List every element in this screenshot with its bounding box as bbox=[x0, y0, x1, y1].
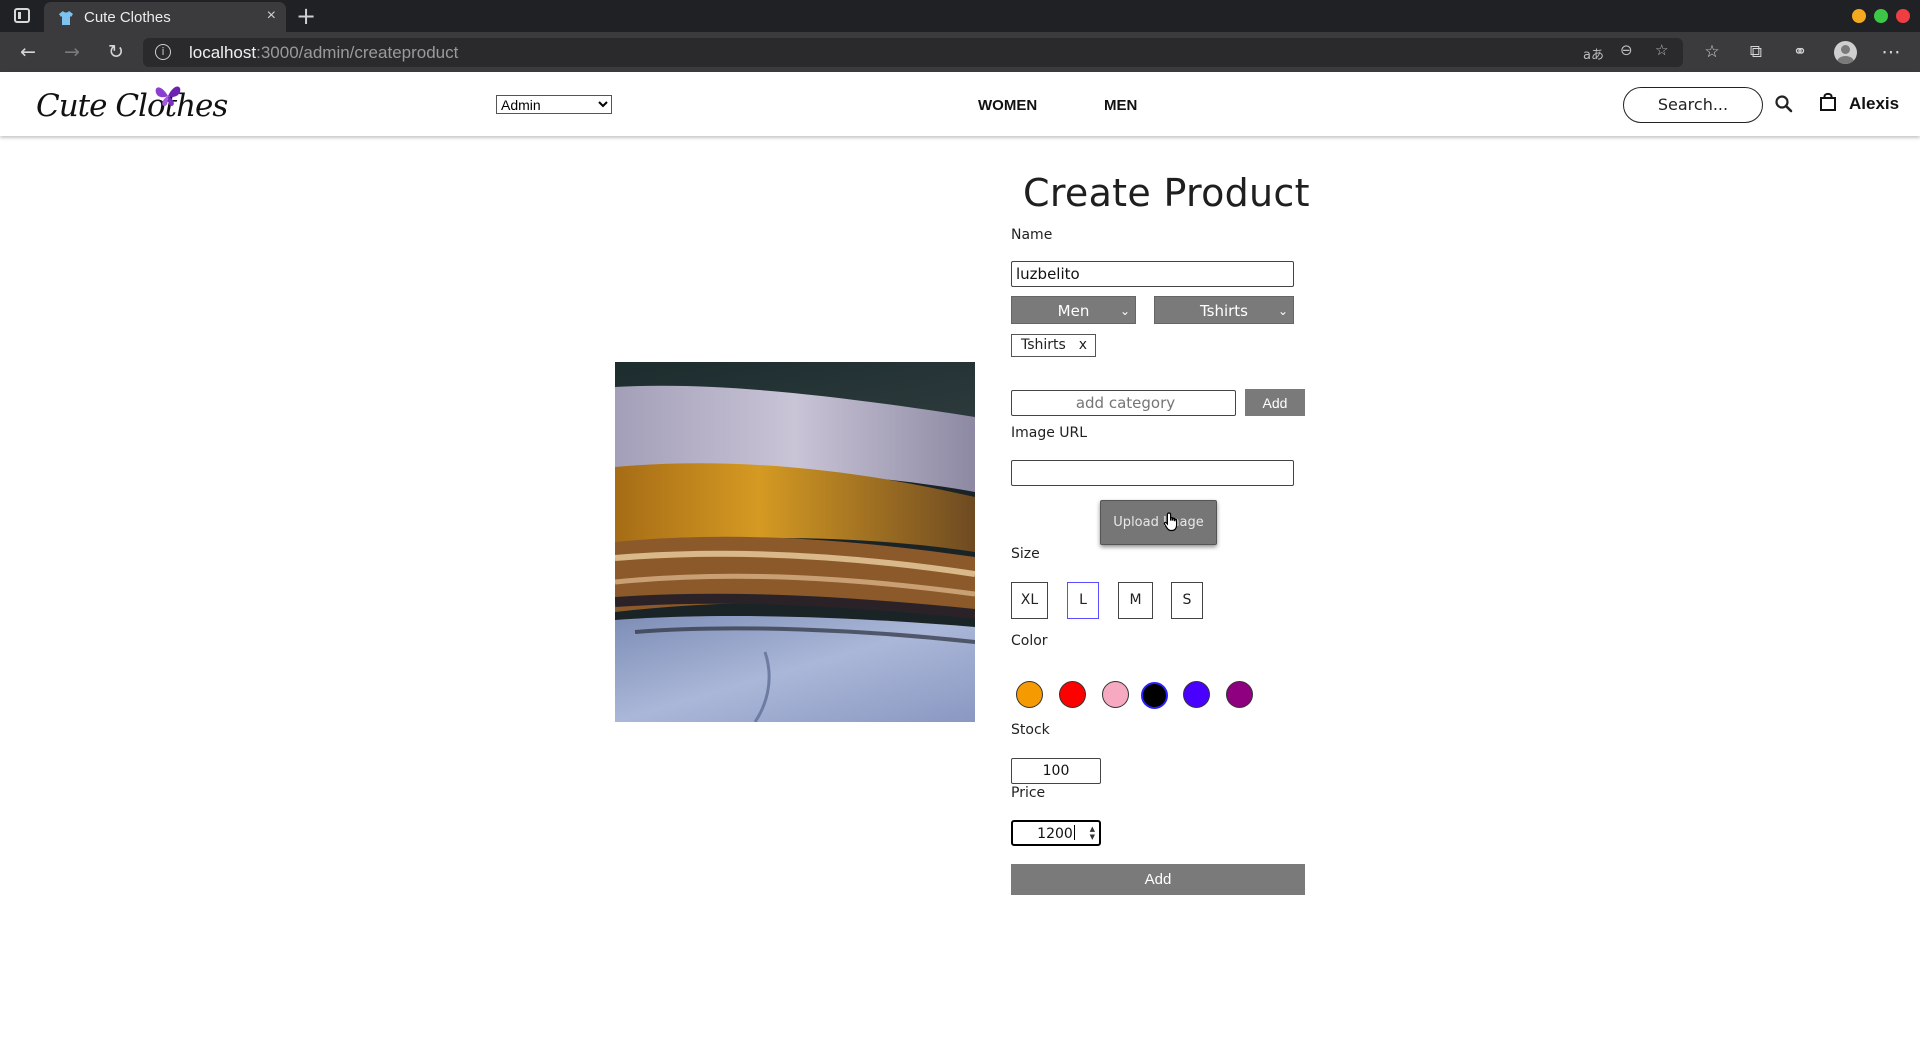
address-bar[interactable]: i localhost:3000/admin/createproduct aあ … bbox=[143, 38, 1683, 67]
number-spinner-icon[interactable]: ▲ ▼ bbox=[1090, 825, 1095, 841]
text-caret bbox=[1073, 825, 1075, 840]
stock-label: Stock bbox=[1011, 722, 1050, 738]
folded-clothes-photo bbox=[615, 362, 975, 722]
user-name[interactable]: Alexis bbox=[1849, 94, 1899, 114]
color-swatch-pink[interactable] bbox=[1102, 681, 1129, 708]
site-header: Cute Clothes Admin WOMEN MEN Search... A… bbox=[0, 72, 1920, 136]
add-product-button[interactable]: Add bbox=[1011, 864, 1305, 895]
new-tab-icon[interactable]: + bbox=[296, 2, 316, 30]
upload-image-button[interactable]: Upload Image bbox=[1100, 500, 1217, 545]
zoom-out-icon[interactable]: ⊖ bbox=[1620, 41, 1633, 59]
add-category-input[interactable] bbox=[1011, 390, 1236, 416]
shopping-bag-icon[interactable] bbox=[1819, 92, 1837, 112]
color-swatch-orange[interactable] bbox=[1016, 681, 1043, 708]
url-path: :3000/admin/createproduct bbox=[256, 43, 459, 62]
nav-link-men[interactable]: MEN bbox=[1104, 97, 1137, 114]
size-option-xl[interactable]: XL bbox=[1011, 582, 1048, 619]
more-menu-icon[interactable]: ⋯ bbox=[1877, 38, 1905, 66]
category-select[interactable]: Tshirts ⌄ bbox=[1154, 296, 1294, 324]
read-aloud-icon[interactable]: aあ bbox=[1583, 44, 1604, 63]
browser-titlebar: Cute Clothes × + bbox=[0, 0, 1920, 32]
price-label: Price bbox=[1011, 785, 1046, 801]
size-label: Size bbox=[1011, 546, 1040, 562]
chevron-down-icon: ⌄ bbox=[1119, 304, 1130, 318]
search-input[interactable]: Search... bbox=[1623, 87, 1763, 123]
category-select-value: Tshirts bbox=[1199, 302, 1249, 320]
color-swatch-red[interactable] bbox=[1059, 681, 1086, 708]
role-select[interactable]: Admin bbox=[496, 95, 612, 114]
tshirt-favicon-icon bbox=[59, 11, 73, 25]
site-info-icon[interactable]: i bbox=[155, 44, 171, 60]
price-value: 1200 bbox=[1037, 826, 1073, 842]
search-icon[interactable] bbox=[1774, 94, 1794, 114]
url-host: localhost bbox=[189, 43, 257, 62]
tab-actions-icon[interactable] bbox=[14, 8, 30, 23]
gender-select-value: Men bbox=[1057, 302, 1090, 320]
hand-cursor-icon bbox=[1163, 512, 1178, 532]
chevron-down-icon: ⌄ bbox=[1277, 304, 1288, 318]
forward-icon[interactable]: → bbox=[58, 38, 86, 66]
color-swatch-purple[interactable] bbox=[1226, 681, 1253, 708]
category-chip-label: Tshirts bbox=[1021, 337, 1066, 353]
nav-link-women[interactable]: WOMEN bbox=[978, 97, 1037, 114]
product-preview-image bbox=[615, 362, 975, 722]
size-option-l[interactable]: L bbox=[1067, 582, 1099, 619]
color-swatch-black[interactable] bbox=[1141, 682, 1168, 709]
collections-icon[interactable]: ⧉ bbox=[1742, 38, 1770, 66]
name-input[interactable]: luzbelito bbox=[1011, 261, 1294, 287]
image-url-label: Image URL bbox=[1011, 425, 1088, 441]
extensions-icon[interactable]: ⚭ bbox=[1786, 38, 1814, 66]
url-text[interactable]: localhost:3000/admin/createproduct bbox=[189, 43, 458, 63]
remove-chip-icon[interactable]: x bbox=[1079, 335, 1087, 356]
browser-tab[interactable]: Cute Clothes × bbox=[44, 2, 286, 32]
close-window-icon[interactable] bbox=[1896, 9, 1910, 23]
profile-avatar-icon[interactable] bbox=[1834, 41, 1857, 64]
tab-title: Cute Clothes bbox=[84, 9, 171, 26]
back-icon[interactable]: ← bbox=[14, 38, 42, 66]
image-url-input[interactable] bbox=[1011, 460, 1294, 486]
logo-text: Cute Clothes bbox=[36, 88, 228, 124]
maximize-window-icon[interactable] bbox=[1874, 9, 1888, 23]
add-favorite-icon[interactable]: ☆ bbox=[1655, 41, 1668, 59]
add-category-button[interactable]: Add bbox=[1245, 389, 1305, 416]
page-title: Create Product bbox=[1023, 171, 1310, 215]
name-label: Name bbox=[1011, 227, 1053, 243]
size-option-s[interactable]: S bbox=[1171, 582, 1203, 619]
close-tab-icon[interactable]: × bbox=[267, 7, 276, 25]
reload-icon[interactable]: ↻ bbox=[102, 38, 130, 66]
stock-input[interactable]: 100 bbox=[1011, 758, 1101, 784]
butterfly-icon bbox=[155, 86, 181, 106]
favorites-icon[interactable]: ☆ bbox=[1698, 38, 1726, 66]
size-option-m[interactable]: M bbox=[1118, 582, 1153, 619]
minimize-window-icon[interactable] bbox=[1852, 9, 1866, 23]
site-logo[interactable]: Cute Clothes bbox=[36, 84, 228, 130]
price-input[interactable]: 1200 ▲ ▼ bbox=[1011, 820, 1101, 846]
color-swatch-blue[interactable] bbox=[1183, 681, 1210, 708]
category-chip: Tshirts x bbox=[1011, 334, 1096, 357]
gender-select[interactable]: Men ⌄ bbox=[1011, 296, 1136, 324]
color-label: Color bbox=[1011, 633, 1048, 649]
browser-toolbar: ← → ↻ i localhost:3000/admin/createprodu… bbox=[0, 32, 1920, 72]
